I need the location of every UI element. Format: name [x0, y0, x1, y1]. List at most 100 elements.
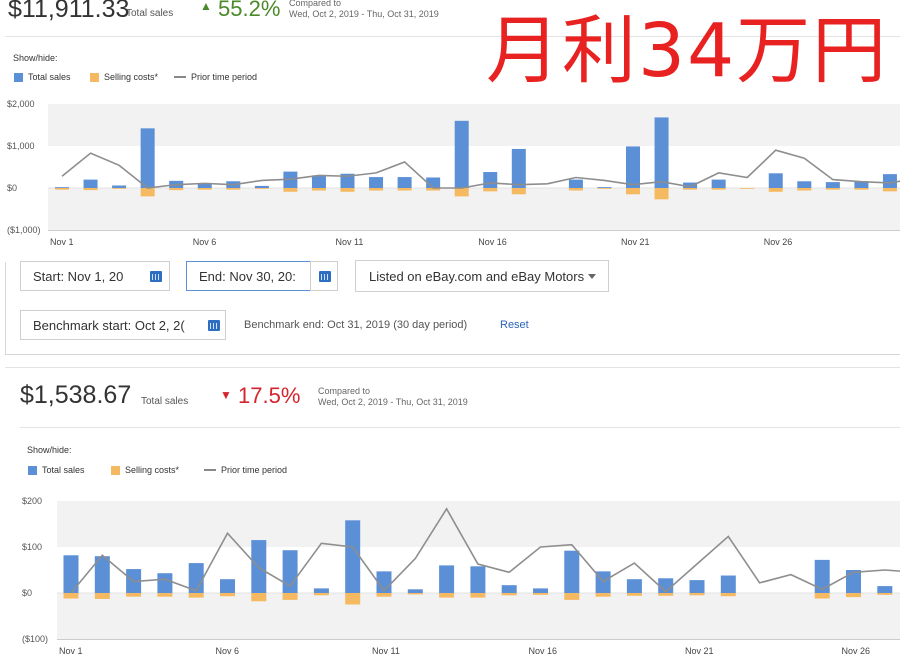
- benchmark-start-field[interactable]: Benchmark start: Oct 2, 2(: [20, 310, 226, 340]
- calendar-icon[interactable]: [208, 320, 220, 331]
- legend-selling-costs[interactable]: Selling costs*: [111, 465, 179, 475]
- x-tick-label: Nov 26: [842, 646, 871, 656]
- total-sales-bar: [568, 179, 583, 188]
- panel-top-border: [5, 367, 900, 368]
- selling-cost-bar: [854, 188, 869, 190]
- grid-band: [57, 501, 900, 547]
- start-date-value: Start: Nov 1, 20: [33, 268, 124, 284]
- selling-cost-bar: [564, 593, 580, 600]
- total-sales-bar: [768, 173, 783, 188]
- legend-prior-period[interactable]: Prior time period: [174, 72, 257, 82]
- change-indicator: ▲ 55.2%: [200, 0, 280, 22]
- total-sales-bar: [654, 117, 669, 188]
- selling-cost-bar: [654, 188, 669, 200]
- legend-label: Prior time period: [191, 72, 258, 82]
- end-date-value: End: Nov 30, 20:: [199, 268, 296, 284]
- compared-label: Compared to: [318, 386, 371, 396]
- selling-cost-bar: [711, 188, 726, 190]
- benchmark-start-value: Benchmark start: Oct 2, 2(: [33, 317, 185, 333]
- grid-band: [48, 104, 900, 146]
- overlay-caption: 月利34万円: [486, 8, 889, 94]
- down-arrow-icon: ▼: [220, 388, 232, 402]
- total-sales-bar: [483, 172, 498, 188]
- x-tick-label: Nov 1: [50, 237, 74, 247]
- selling-cost-bar: [720, 593, 736, 597]
- legend-label: Selling costs*: [125, 465, 180, 475]
- y-tick-label: $200: [22, 496, 42, 506]
- selling-cost-bar: [626, 593, 642, 596]
- total-sales-bar: [846, 570, 861, 593]
- legend-label: Total sales: [42, 465, 85, 475]
- legend-total-sales[interactable]: Total sales: [14, 72, 71, 82]
- calendar-icon: [319, 271, 331, 282]
- selling-cost-bar: [197, 188, 212, 190]
- selling-cost-bar: [825, 188, 840, 190]
- compared-label: Compared to: [289, 0, 342, 8]
- compared-to: Compared to Wed, Oct 2, 2019 - Thu, Oct …: [318, 386, 468, 408]
- selling-cost-bar: [533, 593, 548, 595]
- selling-cost-bar: [568, 188, 583, 191]
- end-date-field[interactable]: End: Nov 30, 20:: [186, 261, 311, 291]
- end-date-calendar-button[interactable]: [310, 261, 338, 291]
- legend-label: Selling costs*: [104, 72, 159, 82]
- compared-range: Wed, Oct 2, 2019 - Thu, Oct 31, 2019: [289, 9, 439, 19]
- selling-cost-bar: [797, 188, 812, 191]
- legend-line-icon: [174, 76, 186, 78]
- total-sales-bar: [454, 120, 469, 188]
- start-date-field[interactable]: Start: Nov 1, 20: [20, 261, 170, 291]
- listing-site-value: Listed on eBay.com and eBay Motors: [369, 268, 585, 284]
- x-tick-label: Nov 26: [764, 237, 793, 247]
- x-tick-label: Nov 21: [621, 237, 650, 247]
- selling-cost-bar: [311, 188, 326, 191]
- selling-cost-bar: [282, 593, 298, 600]
- total-sales-bar: [345, 520, 361, 593]
- compared-range: Wed, Oct 2, 2019 - Thu, Oct 31, 2019: [318, 397, 468, 407]
- change-percent: 17.5%: [238, 383, 301, 408]
- y-tick-label: ($100): [22, 634, 48, 644]
- legend-total-sales[interactable]: Total sales: [28, 465, 85, 475]
- total-sales-bar: [711, 179, 726, 188]
- listing-site-select[interactable]: Listed on eBay.com and eBay Motors: [355, 260, 609, 292]
- sales-chart-2: ($100) $0 $100 $200 Nov 1 Nov 6 Nov 11 Nov 16 No…: [22, 496, 900, 656]
- sales-panel-compare: $1,538.67 Total sales ▼ 17.5% Compared t…: [0, 367, 900, 661]
- selling-cost-bar: [454, 188, 469, 197]
- selling-cost-bar: [188, 593, 204, 598]
- selling-cost-bar: [626, 188, 640, 195]
- x-tick-label: Nov 6: [216, 646, 240, 656]
- selling-cost-bar: [683, 188, 698, 190]
- total-sales-bar: [797, 181, 812, 188]
- selling-cost-bar: [126, 593, 142, 597]
- selling-cost-bar: [63, 593, 79, 599]
- calendar-icon[interactable]: [150, 271, 162, 282]
- selling-cost-bar: [140, 188, 155, 197]
- y-tick-label: ($1,000): [7, 225, 41, 235]
- legend-prior-period[interactable]: Prior time period: [204, 465, 287, 475]
- reset-link[interactable]: Reset: [500, 319, 529, 331]
- total-sales-bar: [626, 146, 640, 188]
- selling-cost-bar: [877, 593, 893, 595]
- total-sales-bar: [814, 559, 830, 593]
- selling-cost-bar: [439, 593, 455, 598]
- up-arrow-icon: ▲: [200, 0, 212, 13]
- legend-selling-costs[interactable]: Selling costs*: [90, 72, 158, 82]
- total-sales-bar: [311, 175, 326, 188]
- selling-cost-bar: [501, 593, 517, 596]
- selling-cost-bar: [220, 593, 235, 597]
- total-sales-bar: [439, 565, 455, 593]
- change-percent: 55.2%: [218, 0, 281, 21]
- total-sales-bar: [877, 586, 893, 593]
- x-tick-label: Nov 11: [336, 237, 364, 247]
- y-tick-label: $2,000: [7, 99, 35, 109]
- total-sales-label: Total sales: [141, 396, 189, 407]
- x-tick-label: Nov 16: [529, 646, 558, 656]
- x-tick-label: Nov 1: [59, 646, 83, 656]
- legend-label: Prior time period: [221, 465, 288, 475]
- total-sales-bar: [157, 573, 173, 593]
- selling-cost-bar: [689, 593, 705, 596]
- selling-cost-bar: [94, 593, 110, 599]
- selling-cost-bar: [254, 188, 269, 189]
- showhide-label: Show/hide:: [13, 53, 58, 63]
- legend-swatch-icon: [90, 72, 99, 82]
- total-sales-bar: [511, 148, 526, 188]
- total-sales-label: Total sales: [126, 8, 174, 19]
